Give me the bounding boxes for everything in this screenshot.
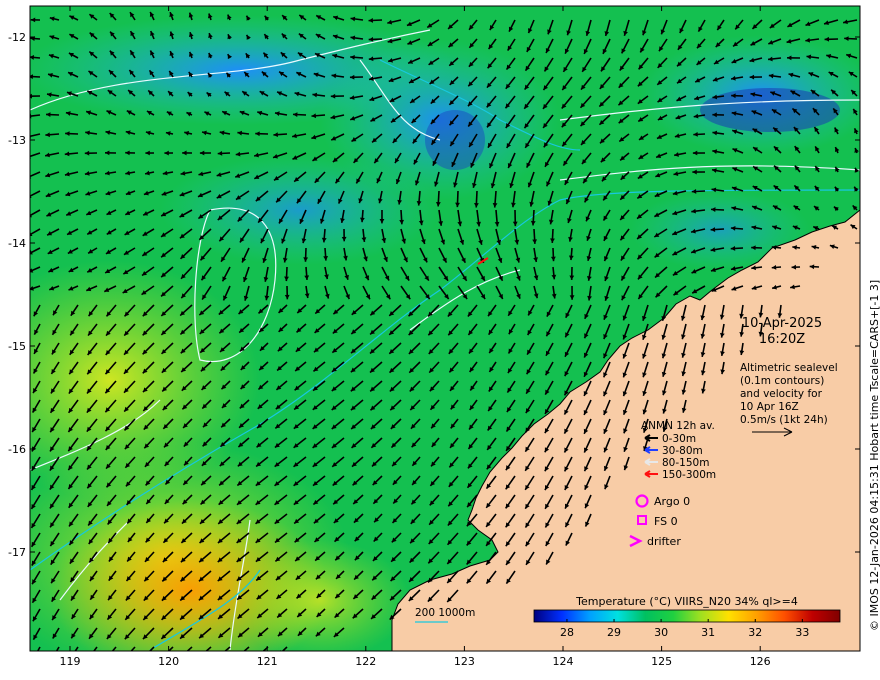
x-tick-label: 122 [355,655,376,668]
arrow-head [89,653,94,658]
legend-label: drifter [647,535,681,548]
colorbar-title: Temperature (°C) VIIRS_N20 34% ql>=4 [575,595,798,608]
legend-label: 30-80m [662,445,703,457]
x-tick-label: 124 [553,655,574,668]
credit-text: © IMOS 12-Jan-2026 04:15:31 Hobart time … [868,280,880,631]
y-tick-label: -15 [8,340,26,353]
info-line: Altimetric sealevel [740,362,838,374]
y-tick-label: -13 [8,134,26,147]
arrow-head [199,652,204,657]
y-tick-label: -16 [8,443,26,456]
colorbar: Temperature (°C) VIIRS_N20 34% ql>=4 28 2… [533,592,852,639]
info-line: (0.1m contours) [740,375,824,387]
arrow-head [34,653,38,658]
y-tick-label: -14 [8,237,26,250]
y-tick-label: -17 [8,546,26,559]
sst-field [30,6,860,659]
colorbar-tick-label: 29 [607,626,621,639]
colorbar-scale [533,609,841,623]
cold-core [700,88,840,132]
colorbar-tick-label: 30 [654,626,668,639]
colorbar-tick-label: 28 [560,626,574,639]
info-line: 10 Apr 16Z [740,401,799,413]
arrow-head [124,654,129,659]
map-figure: 119 120 121 122 123 124 125 126 -12 -13 -14 -15 -16… [8,5,880,668]
x-tick-label: 120 [158,655,179,668]
y-tick-label: -12 [8,31,26,44]
arrow-head [219,652,224,657]
warm-patch [230,540,410,651]
arrow-head [30,113,32,119]
legend-title: ANMN 12h av. [641,420,715,432]
legend-label: 80-150m [662,457,709,469]
colorbar-tick-label: 33 [795,626,809,639]
isobath-label: 200 1000m [415,607,475,619]
legend-label: 150-300m [662,469,716,481]
arrow-head [106,654,111,659]
x-tick-label: 119 [60,655,81,668]
x-tick-label: 126 [750,655,771,668]
info-time: 16:20Z [759,332,805,347]
arrow-head [180,653,185,658]
cool-patch [160,155,440,265]
x-tick-label: 123 [454,655,475,668]
legend-label: 0-30m [662,433,696,445]
arrow-head [143,653,148,658]
x-tick-label: 121 [257,655,278,668]
legend-label: Argo 0 [654,495,690,508]
info-line: 0.5m/s (1kt 24h) [740,414,828,426]
info-date: 10-Apr-2025 [742,316,822,331]
legend-label: FS 0 [654,515,678,528]
colorbar-tick-label: 32 [748,626,762,639]
arrow-head [53,652,57,657]
colorbar-tick-label: 31 [701,626,715,639]
x-tick-label: 125 [651,655,672,668]
info-line: and velocity for [740,388,823,400]
arrow-head [239,651,244,656]
